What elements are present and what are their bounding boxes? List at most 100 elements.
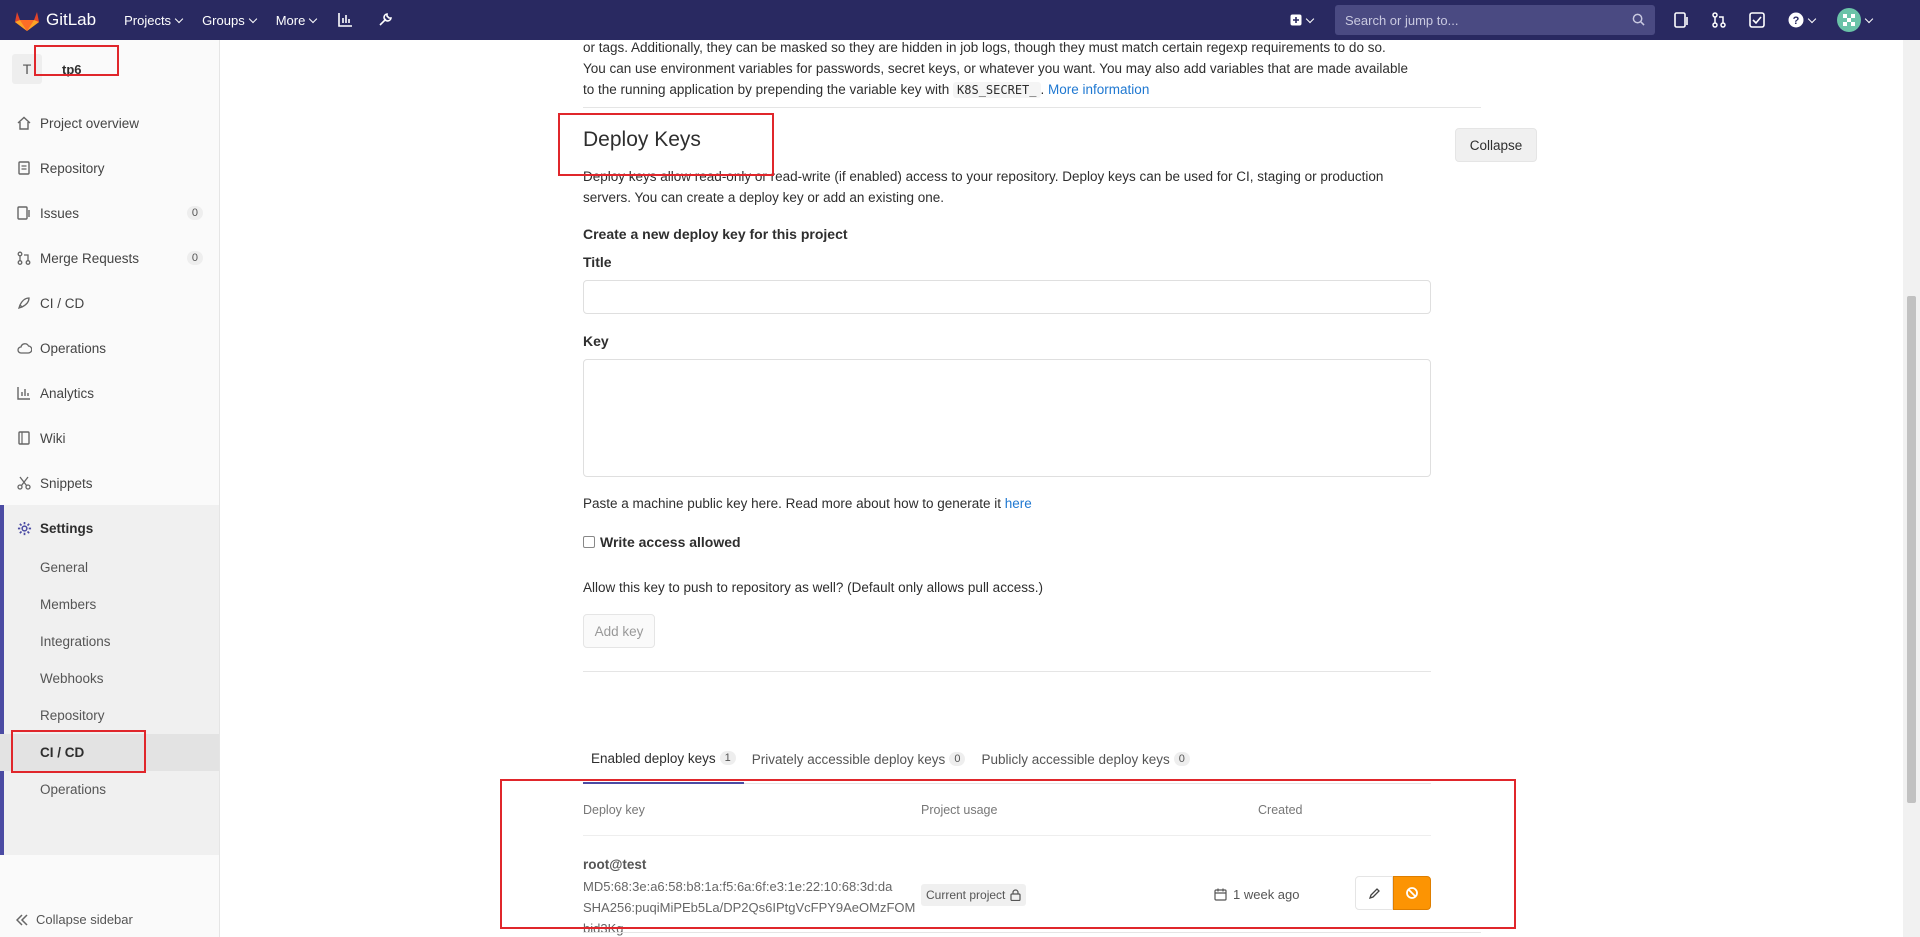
settings-sub-members[interactable]: Members (0, 586, 219, 623)
issues-icon (16, 205, 32, 221)
sidebar-item-label: Analytics (40, 385, 95, 401)
scissors-icon (16, 475, 32, 491)
key-label: Key (583, 333, 609, 349)
avatar (1836, 8, 1861, 32)
todos-nav-icon[interactable] (1748, 11, 1766, 29)
write-access-help: Allow this key to push to repository as … (583, 580, 1043, 595)
sidebar-item-project-overview[interactable]: Project overview (0, 103, 219, 143)
annotation-box-ci-cd (11, 730, 146, 773)
sidebar-item-merge-requests[interactable]: Merge Requests 0 (0, 238, 219, 278)
settings-sub-repository[interactable]: Repository (0, 697, 219, 734)
variables-help-text: or tags. Additionally, they can be maske… (583, 40, 1648, 101)
settings-sub-general[interactable]: General (0, 549, 219, 586)
sidebar-item-snippets[interactable]: Snippets (0, 463, 219, 503)
write-access-checkbox[interactable]: Write access allowed (583, 534, 741, 550)
deploy-keys-tabs: Enabled deploy keys 1 Privately accessib… (583, 734, 1431, 784)
nav-groups[interactable]: Groups (202, 11, 257, 29)
activity-chart-icon[interactable] (336, 11, 354, 29)
sidebar-item-label: Wiki (40, 430, 66, 446)
tab-count-badge: 0 (949, 752, 966, 766)
title-field[interactable] (583, 280, 1431, 314)
title-label: Title (583, 254, 612, 270)
nav-projects-label: Projects (124, 12, 172, 28)
tab-label: Enabled deploy keys (591, 750, 716, 766)
intro-line-2: You can use environment variables for pa… (583, 61, 1408, 76)
settings-sub-operations[interactable]: Operations (0, 771, 219, 808)
sidebar-item-repository[interactable]: Repository (0, 148, 219, 188)
sidebar-item-issues[interactable]: Issues 0 (0, 193, 219, 233)
sidebar-item-label: Operations (40, 340, 107, 356)
gear-icon (16, 520, 32, 536)
search-placeholder: Search or jump to... (1345, 12, 1459, 28)
collapse-sidebar-button[interactable]: Collapse sidebar (16, 912, 133, 927)
admin-wrench-icon[interactable] (376, 11, 394, 29)
rocket-icon (16, 295, 32, 311)
checkbox-box[interactable] (583, 536, 595, 548)
search-icon (1632, 13, 1645, 29)
document-icon (16, 160, 32, 176)
paste-key-help: Paste a machine public key here. Read mo… (583, 496, 1032, 511)
search-input[interactable]: Search or jump to... (1335, 5, 1655, 35)
gitlab-logo-icon (15, 12, 39, 31)
section-divider (583, 107, 1481, 108)
key-textarea[interactable] (583, 359, 1431, 477)
cloud-icon (16, 340, 32, 356)
intro-line-3-period: . (1040, 82, 1045, 97)
brand[interactable]: GitLab (14, 8, 96, 32)
nav-more-label: More (275, 12, 306, 28)
intro-line-3: to the running application by prepending… (583, 79, 1648, 101)
sidebar-item-analytics[interactable]: Analytics (0, 373, 219, 413)
tab-label: Publicly accessible deploy keys (981, 751, 1170, 767)
create-deploy-key-heading: Create a new deploy key for this project (583, 226, 848, 242)
sidebar-item-label: Merge Requests (40, 250, 140, 266)
chevron-down-icon (1807, 14, 1816, 23)
merge-request-icon (16, 250, 32, 266)
sidebar-item-label: Repository (40, 160, 105, 176)
add-key-button[interactable]: Add key (583, 614, 655, 648)
settings-sub-webhooks[interactable]: Webhooks (0, 660, 219, 697)
k8s-secret-code: K8S_SECRET_ (953, 82, 1041, 98)
issues-count-badge: 0 (186, 206, 203, 220)
tab-count-badge: 1 (719, 751, 736, 765)
sidebar-item-label: Project overview (40, 115, 140, 131)
chevron-down-icon (1864, 14, 1873, 23)
nav-groups-label: Groups (202, 12, 245, 28)
nav-more[interactable]: More (275, 11, 318, 29)
tab-label: Privately accessible deploy keys (751, 751, 946, 767)
page-scrollbar[interactable] (1903, 40, 1920, 937)
more-information-link[interactable]: More information (1048, 82, 1149, 97)
user-menu[interactable] (1836, 8, 1873, 32)
description-line-2: servers. You can create a deploy key or … (583, 190, 944, 205)
write-access-label: Write access allowed (600, 534, 741, 550)
sidebar-item-label: Settings (40, 520, 94, 536)
annotation-box-deploy-key-row (500, 779, 1516, 929)
settings-sub-integrations[interactable]: Integrations (0, 623, 219, 660)
double-chevron-left-icon (16, 913, 28, 926)
issues-nav-icon[interactable] (1672, 11, 1690, 29)
tab-enabled-deploy-keys[interactable]: Enabled deploy keys 1 (583, 734, 744, 784)
chevron-down-icon (174, 14, 184, 23)
help-icon[interactable]: ? (1786, 11, 1816, 29)
new-dropdown-plus-icon[interactable] (1286, 11, 1316, 29)
annotation-box-project-name (34, 45, 119, 76)
home-icon (16, 115, 32, 131)
sidebar-item-settings[interactable]: Settings (0, 508, 219, 548)
bottom-divider (583, 932, 1481, 933)
form-divider (583, 671, 1431, 672)
tab-count-badge: 0 (1173, 752, 1190, 766)
merge-requests-nav-icon[interactable] (1710, 11, 1728, 29)
sidebar-item-operations[interactable]: Operations (0, 328, 219, 368)
nav-projects[interactable]: Projects (124, 11, 184, 29)
merge-requests-count-badge: 0 (186, 251, 203, 265)
intro-line-1: or tags. Additionally, they can be maske… (583, 40, 1386, 55)
project-sidebar: T tp6 Project overview Repository Issues… (0, 40, 220, 937)
book-icon (16, 430, 32, 446)
collapse-button[interactable]: Collapse (1455, 128, 1537, 162)
scrollbar-thumb[interactable] (1907, 296, 1916, 803)
tab-publicly-accessible-deploy-keys[interactable]: Publicly accessible deploy keys 0 (973, 734, 1197, 784)
generate-key-link[interactable]: here (1005, 496, 1032, 511)
annotation-box-deploy-keys-title (558, 113, 774, 176)
sidebar-item-wiki[interactable]: Wiki (0, 418, 219, 458)
tab-privately-accessible-deploy-keys[interactable]: Privately accessible deploy keys 0 (744, 734, 974, 784)
sidebar-item-ci-cd[interactable]: CI / CD (0, 283, 219, 323)
